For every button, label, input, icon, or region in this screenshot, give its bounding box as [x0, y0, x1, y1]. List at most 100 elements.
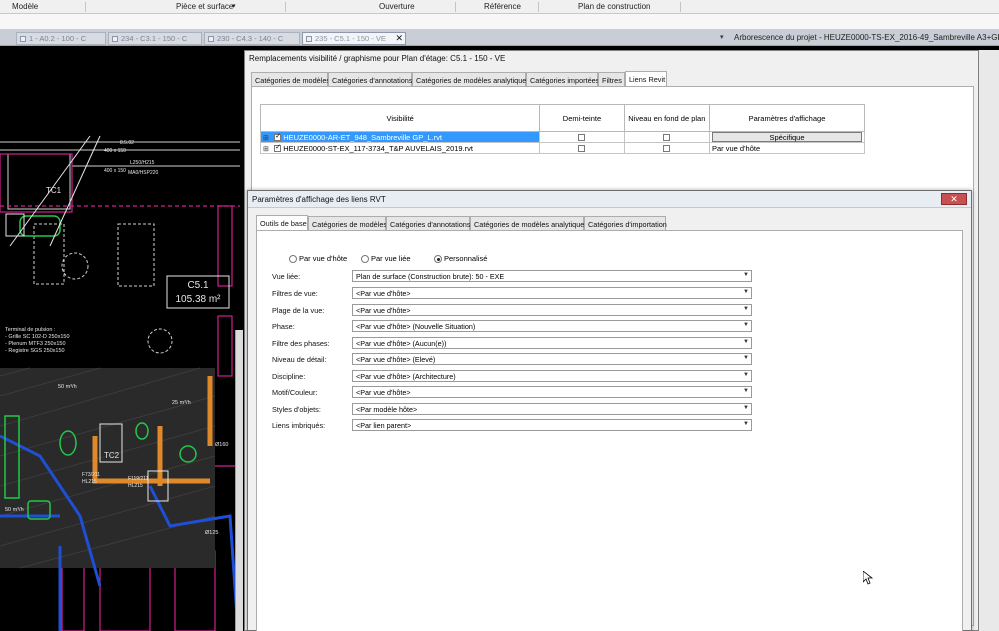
- dropdown-arrow-icon: ▼: [743, 272, 749, 278]
- chevron-down-icon[interactable]: ▾: [232, 2, 236, 10]
- cad-label: HL215: [82, 479, 97, 485]
- detail-level-select[interactable]: <Par vue d'hôte> (Elevé) ▼: [352, 353, 752, 365]
- phase-select[interactable]: <Par vue d'hôte> (Nouvelle Situation) ▼: [352, 320, 752, 332]
- radio-by-linked-view[interactable]: Par vue liée: [361, 254, 411, 264]
- close-button[interactable]: ✕: [941, 193, 967, 205]
- prop-label: Plage de la vue:: [272, 306, 325, 315]
- radio-by-host-view[interactable]: Par vue d'hôte: [289, 254, 347, 264]
- dialog-titlebar[interactable]: Paramètres d'affichage des liens RVT ✕: [248, 191, 971, 208]
- prop-row-pattern-color: Motif/Couleur: <Par vue d'hôte> ▼: [272, 386, 762, 398]
- cad-label-tc2: TC2: [104, 451, 120, 460]
- dialog-title: Paramètres d'affichage des liens RVT: [252, 195, 386, 204]
- dialog-edge-scrollbar[interactable]: [235, 330, 243, 631]
- select-value: <Par vue d'hôte> (Elevé): [356, 355, 436, 364]
- radio-selected-icon: [434, 255, 442, 264]
- prop-label: Motif/Couleur:: [272, 388, 318, 397]
- tab-filters[interactable]: Filtres: [598, 72, 625, 86]
- view-icon: [112, 36, 118, 42]
- expand-icon[interactable]: ⊞: [263, 145, 272, 153]
- doc-tab-active[interactable]: 235 - C5.1 - 150 - VE ✕: [302, 32, 406, 45]
- expand-icon[interactable]: ⊞: [263, 134, 272, 142]
- ribbon-tab-modele[interactable]: Modèle: [12, 2, 38, 11]
- underlay-checkbox[interactable]: [663, 145, 671, 153]
- ribbon-tab-piece-surface[interactable]: Pièce et surface: [176, 2, 233, 11]
- column-header-display-settings[interactable]: Paramètres d'affichage: [708, 104, 866, 132]
- radio-custom[interactable]: Personnalisé: [434, 254, 487, 264]
- tab-imported-categories[interactable]: Catégories importées: [526, 72, 599, 86]
- underlay-cell[interactable]: [623, 142, 710, 154]
- dropdown-arrow-icon: ▼: [743, 322, 749, 328]
- prop-row-linked-view: Vue liée: Plan de surface (Construction …: [272, 270, 762, 282]
- display-settings-cell[interactable]: Par vue d'hôte: [708, 142, 866, 154]
- tab-annotation-categories[interactable]: Catégories d'annotations: [386, 216, 471, 230]
- halftone-checkbox[interactable]: [578, 134, 586, 142]
- column-header-halftone[interactable]: Demi-teinte: [539, 104, 625, 132]
- table-row[interactable]: ⊞ HEUZE0000-ST-EX_117-3734_T&P AUVELAIS_…: [259, 142, 866, 154]
- link-name: HEUZE0000-ST-EX_117-3734_T&P AUVELAIS_20…: [283, 143, 474, 153]
- prop-row-nested-links: Liens imbriqués: <Par lien parent> ▼: [272, 419, 762, 431]
- halftone-cell[interactable]: [539, 142, 625, 154]
- discipline-select[interactable]: <Par vue d'hôte> (Architecture) ▼: [352, 370, 752, 382]
- cad-label: - Plenum MTF3 250x150: [5, 341, 66, 347]
- select-value: <Par vue d'hôte>: [356, 306, 411, 315]
- cad-label: MA0/HSP220: [128, 170, 159, 176]
- nested-links-select[interactable]: <Par lien parent> ▼: [352, 419, 752, 431]
- halftone-cell[interactable]: [539, 131, 625, 143]
- tab-list-dropdown-icon[interactable]: ▾: [720, 33, 724, 41]
- link-name: HEUZE0000-AR-ET_948_Sambreville GP_L.rvt: [283, 132, 443, 142]
- tab-revit-links[interactable]: Liens Revit: [625, 71, 667, 86]
- doc-tab[interactable]: 230 - C4.3 - 140 - C: [204, 32, 300, 45]
- radio-icon: [361, 255, 369, 264]
- link-name-cell[interactable]: ⊞ HEUZE0000-AR-ET_948_Sambreville GP_L.r…: [259, 131, 541, 143]
- tab-basics[interactable]: Outils de base: [256, 215, 308, 230]
- window-edge: [979, 50, 999, 631]
- prop-label: Filtre des phases:: [272, 339, 330, 348]
- underlay-cell[interactable]: [623, 131, 710, 143]
- select-value: <Par vue d'hôte> (Architecture): [356, 372, 456, 381]
- tab-import-categories[interactable]: Catégories d'importation: [584, 216, 667, 230]
- display-settings-button[interactable]: Spécifique: [711, 132, 862, 142]
- drawing-canvas[interactable]: C5.1 105.38 m² 8.5.02 L250/H215 MA0/HSP2…: [0, 46, 244, 631]
- column-header-visibility[interactable]: Visibilité: [259, 104, 541, 132]
- dropdown-arrow-icon: ▼: [743, 306, 749, 312]
- linked-view-select[interactable]: Plan de surface (Construction brute): 50…: [352, 270, 752, 282]
- tab-analytical-categories[interactable]: Catégories de modèles analytiques: [412, 72, 530, 86]
- ribbon-tab-ouverture[interactable]: Ouverture: [379, 2, 415, 11]
- view-range-select[interactable]: <Par vue d'hôte> ▼: [352, 304, 752, 316]
- close-icon[interactable]: ✕: [395, 33, 403, 44]
- dropdown-arrow-icon: ▼: [743, 388, 749, 394]
- ribbon-separator: [285, 2, 286, 12]
- halftone-checkbox[interactable]: [578, 145, 586, 153]
- cad-label: 50 m³/h: [5, 507, 24, 513]
- doc-tab[interactable]: 1 - A0.2 - 100 - C: [16, 32, 106, 45]
- view-filters-select[interactable]: <Par vue d'hôte> ▼: [352, 287, 752, 299]
- pattern-color-select[interactable]: <Par vue d'hôte> ▼: [352, 386, 752, 398]
- link-name-cell[interactable]: ⊞ HEUZE0000-ST-EX_117-3734_T&P AUVELAIS_…: [259, 142, 541, 154]
- display-settings-cell[interactable]: Spécifique: [708, 131, 866, 143]
- object-styles-select[interactable]: <Par modèle hôte> ▼: [352, 403, 752, 415]
- select-value: <Par vue d'hôte>: [356, 289, 411, 298]
- column-header-underlay[interactable]: Niveau en fond de plan: [623, 104, 710, 132]
- radio-icon: [289, 255, 297, 264]
- tab-model-categories[interactable]: Catégories de modèles: [251, 72, 330, 86]
- doc-tab[interactable]: 234 - C3.1 - 150 - C: [108, 32, 202, 45]
- phase-filter-select[interactable]: <Par vue d'hôte> (Aucun(e)) ▼: [352, 337, 752, 349]
- dropdown-arrow-icon: ▼: [743, 372, 749, 378]
- prop-row-discipline: Discipline: <Par vue d'hôte> (Architectu…: [272, 370, 762, 382]
- visibility-checkbox[interactable]: [274, 143, 282, 153]
- tab-annotation-categories[interactable]: Catégories d'annotations: [328, 72, 413, 86]
- underlay-checkbox[interactable]: [663, 134, 671, 142]
- prop-row-object-styles: Styles d'objets: <Par modèle hôte> ▼: [272, 403, 762, 415]
- visibility-checkbox[interactable]: [274, 132, 282, 142]
- select-value: <Par lien parent>: [356, 421, 412, 430]
- table-row[interactable]: ⊞ HEUZE0000-AR-ET_948_Sambreville GP_L.r…: [259, 131, 866, 143]
- tab-model-categories[interactable]: Catégories de modèles: [308, 216, 387, 230]
- prop-label: Liens imbriqués:: [272, 421, 326, 430]
- select-value: <Par modèle hôte>: [356, 405, 418, 414]
- ribbon-tab-plan-construction[interactable]: Plan de construction: [578, 2, 651, 11]
- tab-analytical-categories[interactable]: Catégories de modèles analytiques: [470, 216, 588, 230]
- ribbon-tab-reference[interactable]: Référence: [484, 2, 521, 11]
- view-icon: [20, 36, 26, 42]
- cad-label: F119/211: [128, 476, 149, 482]
- select-value: <Par vue d'hôte> (Aucun(e)): [356, 339, 447, 348]
